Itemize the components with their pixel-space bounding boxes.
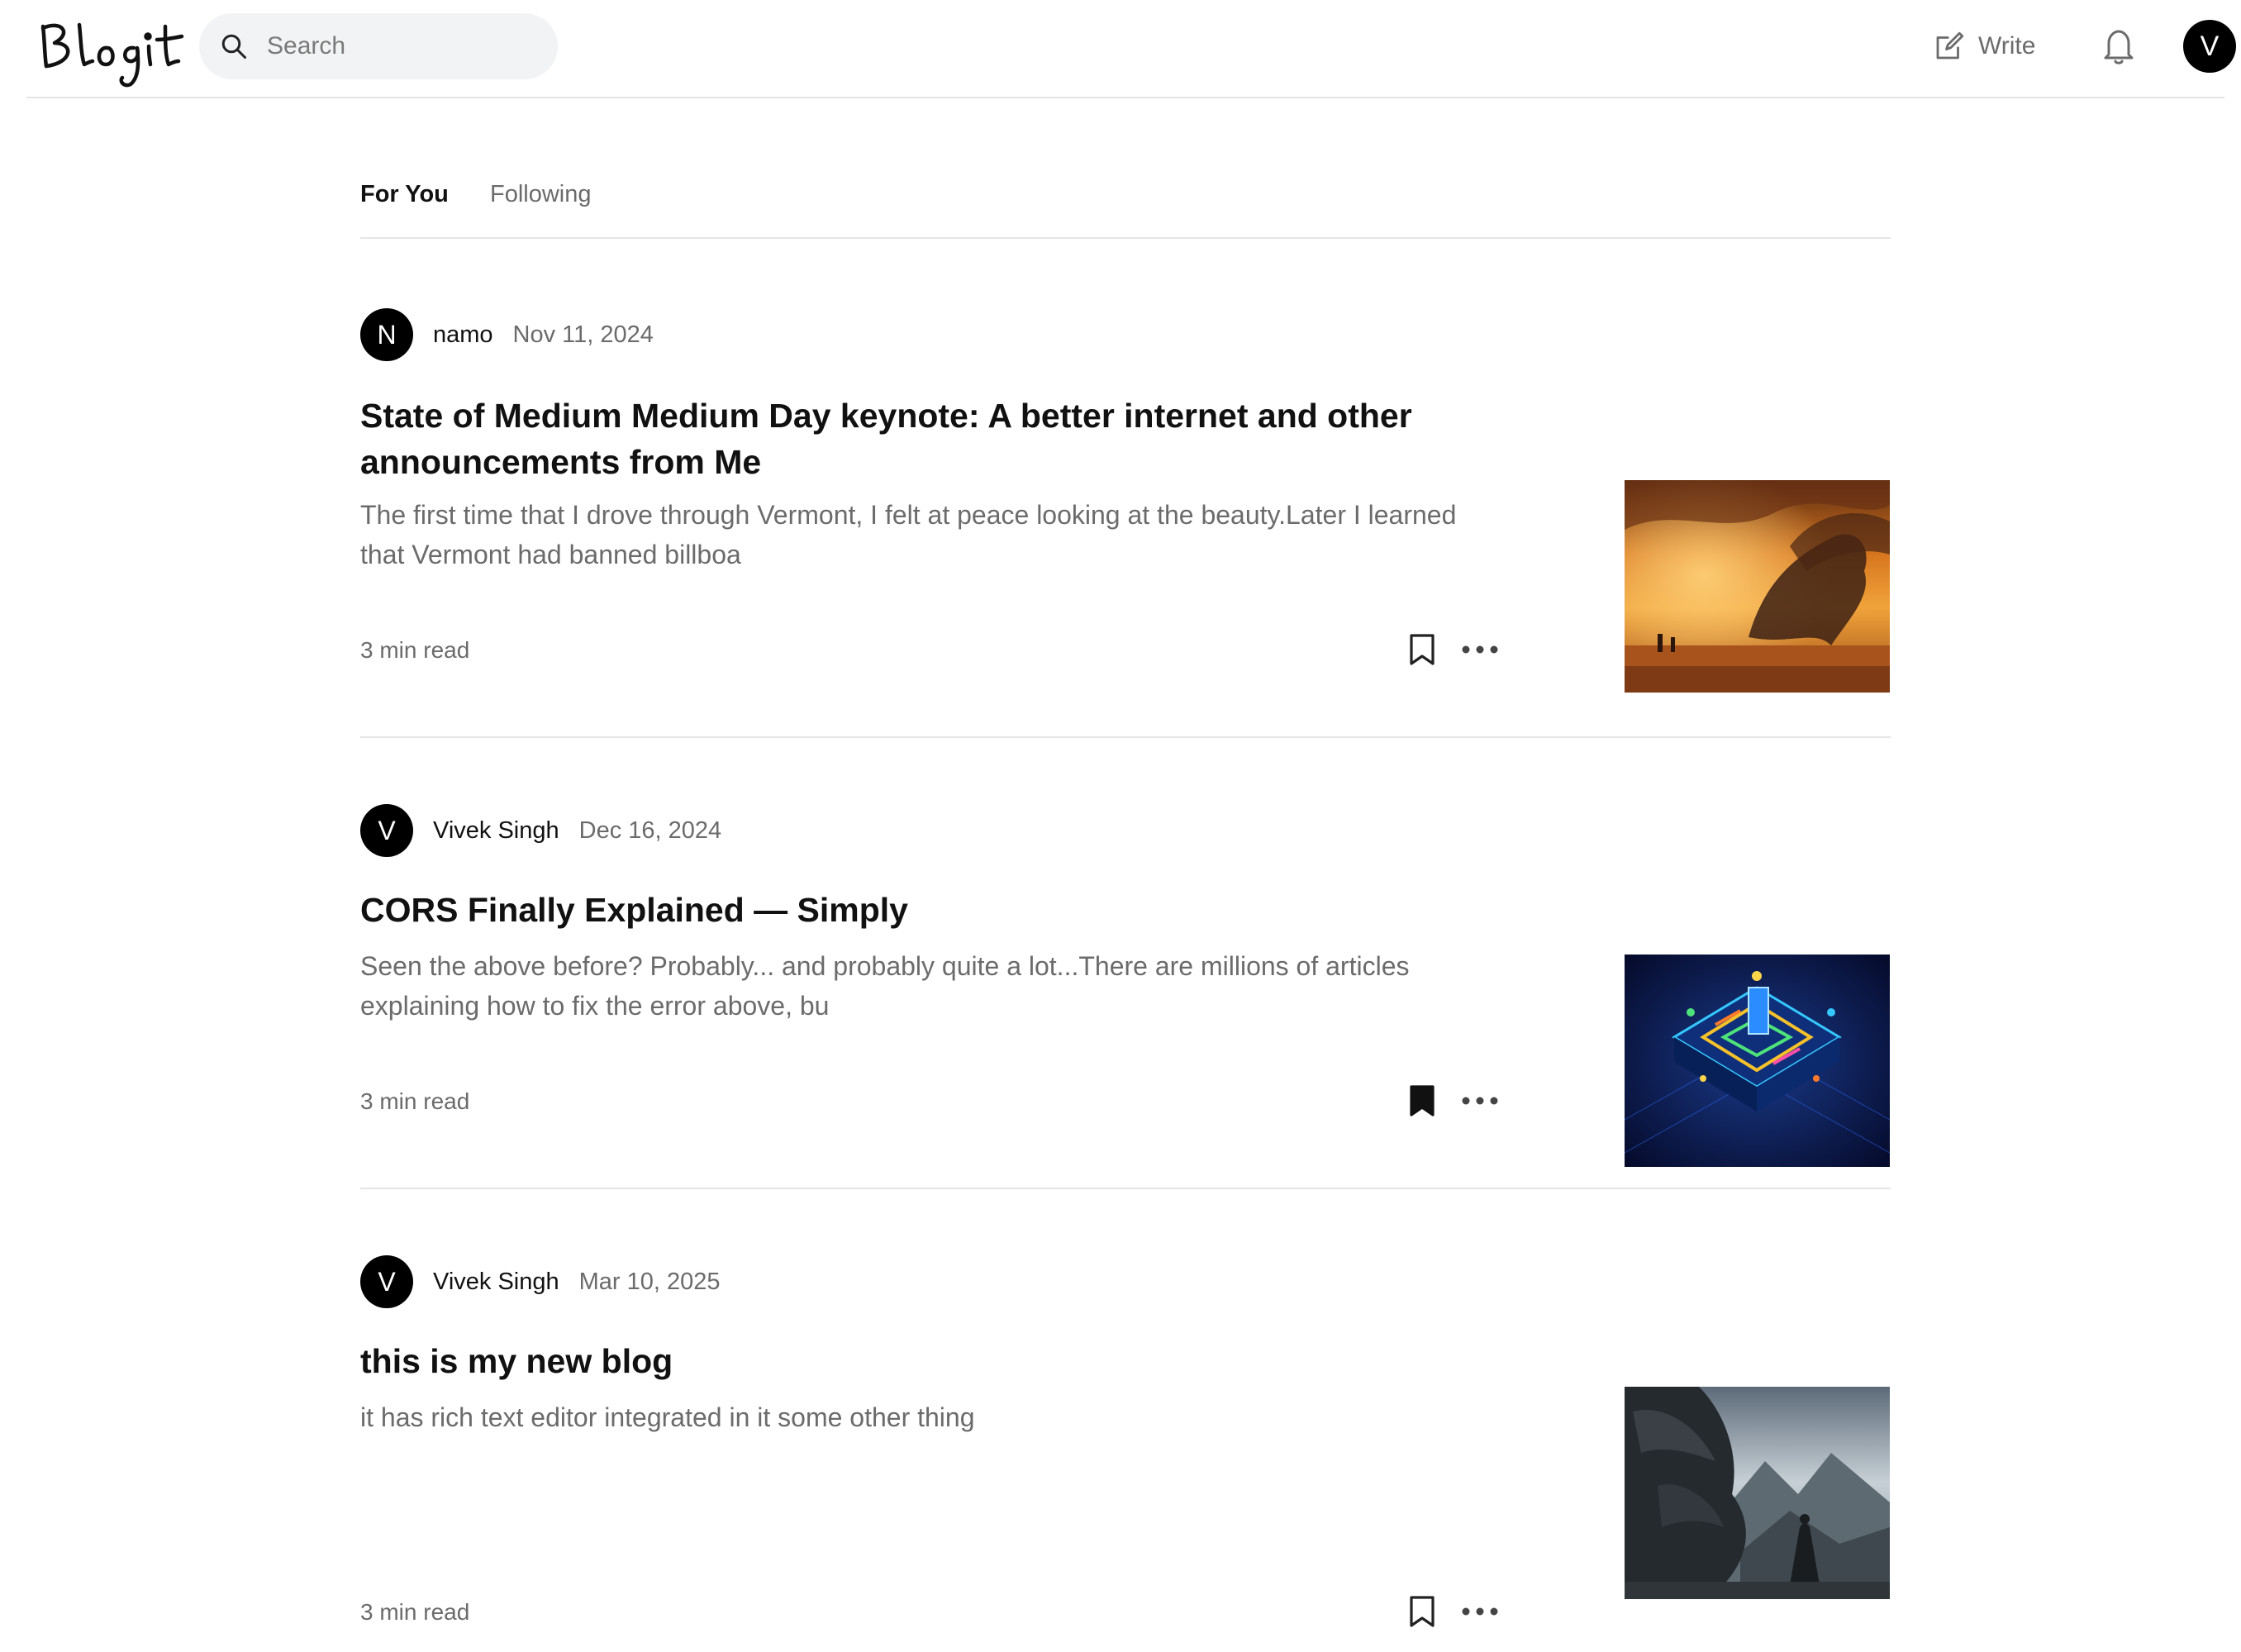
feed: For You Following N namo Nov 11, 2024 St… [360, 98, 1891, 1627]
dragon-desert-image [1625, 480, 1890, 693]
author-avatar-initial: V [378, 1266, 396, 1297]
read-time: 3 min read [360, 637, 470, 663]
article-thumbnail[interactable] [1625, 955, 1890, 1167]
article-card[interactable]: N namo Nov 11, 2024 State of Medium Medi… [360, 239, 1891, 738]
article-actions [1408, 1595, 1499, 1628]
search-input[interactable] [267, 21, 531, 71]
article-card[interactable]: V Vivek Singh Mar 10, 2025 this is my ne… [360, 1189, 1891, 1652]
article-excerpt: The first time that I drove through Verm… [360, 500, 1457, 569]
more-options-icon[interactable] [1461, 1605, 1499, 1618]
publish-date: Dec 16, 2024 [578, 816, 722, 844]
article-title[interactable]: State of Medium Medium Day keynote: A be… [360, 393, 1534, 485]
write-label: Write [1978, 32, 2036, 60]
read-time: 3 min read [360, 1599, 470, 1625]
article-thumbnail[interactable] [1625, 480, 1890, 693]
blogit-logo[interactable] [36, 15, 185, 89]
user-avatar[interactable]: V [2183, 20, 2236, 73]
publish-date: Mar 10, 2025 [578, 1268, 721, 1295]
article-meta: V Vivek Singh Mar 10, 2025 [360, 1255, 721, 1308]
logo-wordmark [40, 22, 184, 88]
more-options-icon[interactable] [1461, 643, 1499, 656]
bookmark-outline-icon[interactable] [1408, 1595, 1436, 1628]
tab-following[interactable]: Following [490, 181, 592, 208]
author-avatar-initial: N [377, 319, 397, 350]
author-name[interactable]: namo [433, 321, 493, 349]
article-title[interactable]: CORS Finally Explained — Simply [360, 887, 1534, 933]
read-time: 3 min read [360, 1088, 470, 1114]
bookmark-outline-icon[interactable] [1408, 633, 1436, 666]
author-avatar[interactable]: V [360, 804, 413, 857]
more-options-icon[interactable] [1461, 1094, 1499, 1107]
publish-date: Nov 11, 2024 [512, 321, 654, 348]
article-meta: V Vivek Singh Dec 16, 2024 [360, 804, 721, 857]
user-avatar-initial: V [2200, 30, 2220, 62]
article-title[interactable]: this is my new blog [360, 1338, 1534, 1384]
author-avatar[interactable]: V [360, 1255, 413, 1308]
article-excerpt: it has rich text editor integrated in it… [360, 1402, 975, 1432]
bell-icon [2104, 30, 2134, 64]
article-thumbnail[interactable] [1625, 1387, 1890, 1599]
author-name[interactable]: Vivek Singh [433, 1269, 559, 1296]
article-actions [1408, 633, 1499, 666]
feed-tabs: For You Following [360, 98, 1891, 239]
tab-for-you[interactable]: For You [360, 181, 449, 208]
article-excerpt: Seen the above before? Probably... and p… [360, 951, 1410, 1021]
author-avatar[interactable]: N [360, 308, 413, 361]
write-button[interactable]: Write [1932, 25, 2035, 68]
author-name[interactable]: Vivek Singh [433, 817, 559, 845]
notifications-button[interactable] [2099, 25, 2139, 68]
bookmark-filled-icon[interactable] [1408, 1084, 1436, 1117]
article-card[interactable]: V Vivek Singh Dec 16, 2024 CORS Finally … [360, 738, 1891, 1189]
pencil-square-icon [1936, 31, 1964, 60]
circuit-isometric-image [1625, 955, 1890, 1167]
article-actions [1408, 1084, 1499, 1117]
article-meta: N namo Nov 11, 2024 [360, 308, 654, 361]
author-avatar-initial: V [378, 815, 396, 845]
top-navbar: Write V [26, 0, 2236, 98]
dragon-mountain-image [1625, 1387, 1890, 1599]
search-bar[interactable] [199, 13, 558, 79]
search-icon [221, 34, 246, 59]
